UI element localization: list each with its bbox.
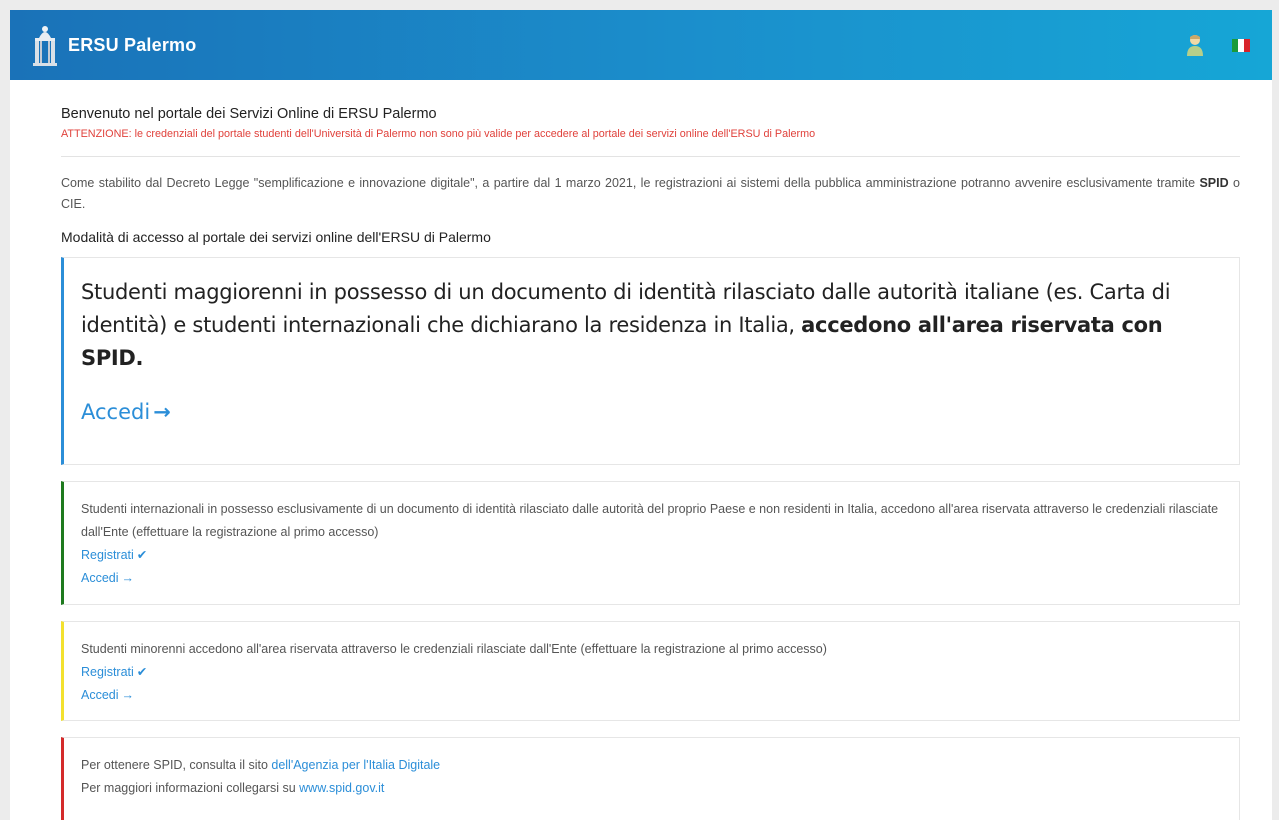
international-register-label: Registrati bbox=[81, 548, 134, 562]
spid-info-line-1: Per ottenere SPID, consulta il sito dell… bbox=[81, 754, 1221, 777]
spid-login-label: Accedi bbox=[81, 400, 151, 424]
minor-login-link[interactable]: Accedi → bbox=[81, 684, 1221, 707]
welcome-title: Benvenuto nel portale dei Servizi Online… bbox=[61, 106, 437, 122]
spid-info-line-2: Per maggiori informazioni collegarsi su … bbox=[81, 777, 1221, 800]
arrow-right-icon: → bbox=[121, 571, 135, 585]
main-content: Benvenuto nel portale dei Servizi Online… bbox=[10, 80, 1272, 820]
page-frame: ERSU Palermo Benvenuto nel portale dei S… bbox=[10, 10, 1272, 820]
navbar: ERSU Palermo bbox=[10, 10, 1272, 80]
ersu-logo-icon bbox=[33, 26, 57, 66]
arrow-right-icon: → bbox=[121, 688, 135, 702]
international-login-label: Accedi bbox=[81, 571, 119, 585]
check-icon: ✔ bbox=[136, 665, 148, 679]
minor-access-card: Studenti minorenni accedono all'area ris… bbox=[61, 621, 1240, 721]
spid-access-card: Studenti maggiorenni in possesso di un d… bbox=[61, 257, 1240, 465]
access-title: Modalità di accesso al portale dei servi… bbox=[61, 229, 491, 245]
divider bbox=[61, 156, 1240, 157]
international-access-card: Studenti internazionali in possesso escl… bbox=[61, 481, 1240, 605]
spid-card-text: Studenti maggiorenni in possesso di un d… bbox=[81, 276, 1221, 375]
minor-card-text: Studenti minorenni accedono all'area ris… bbox=[81, 642, 827, 656]
minor-register-link[interactable]: Registrati ✔ bbox=[81, 661, 1221, 684]
international-login-link[interactable]: Accedi → bbox=[81, 567, 1221, 590]
international-register-link[interactable]: Registrati ✔ bbox=[81, 544, 1221, 567]
agid-link[interactable]: dell'Agenzia per l'Italia Digitale bbox=[271, 754, 440, 777]
decree-notice: Come stabilito dal Decreto Legge "sempli… bbox=[61, 173, 1240, 215]
user-icon[interactable] bbox=[1186, 34, 1204, 56]
decree-spid: SPID bbox=[1199, 176, 1229, 190]
spid-info-text-2: Per maggiori informazioni collegarsi su bbox=[81, 781, 300, 795]
navbar-actions bbox=[1186, 34, 1250, 56]
check-icon: ✔ bbox=[136, 548, 148, 562]
decree-text: Come stabilito dal Decreto Legge "sempli… bbox=[61, 176, 1200, 190]
brand-name: ERSU Palermo bbox=[68, 34, 197, 55]
credentials-warning: ATTENZIONE: le credenziali del portale s… bbox=[61, 128, 816, 140]
spid-info-card: Per ottenere SPID, consulta il sito dell… bbox=[61, 737, 1240, 820]
spid-login-link[interactable]: Accedi → bbox=[81, 400, 171, 424]
minor-register-label: Registrati bbox=[81, 665, 134, 679]
minor-login-label: Accedi bbox=[81, 688, 119, 702]
brand[interactable]: ERSU Palermo bbox=[32, 24, 196, 66]
italian-flag-icon[interactable] bbox=[1232, 38, 1250, 52]
arrow-right-icon: → bbox=[153, 400, 171, 424]
international-card-text: Studenti internazionali in possesso escl… bbox=[81, 502, 1219, 539]
spid-info-text-1: Per ottenere SPID, consulta il sito bbox=[81, 758, 272, 772]
spid-gov-link[interactable]: www.spid.gov.it bbox=[299, 777, 384, 800]
